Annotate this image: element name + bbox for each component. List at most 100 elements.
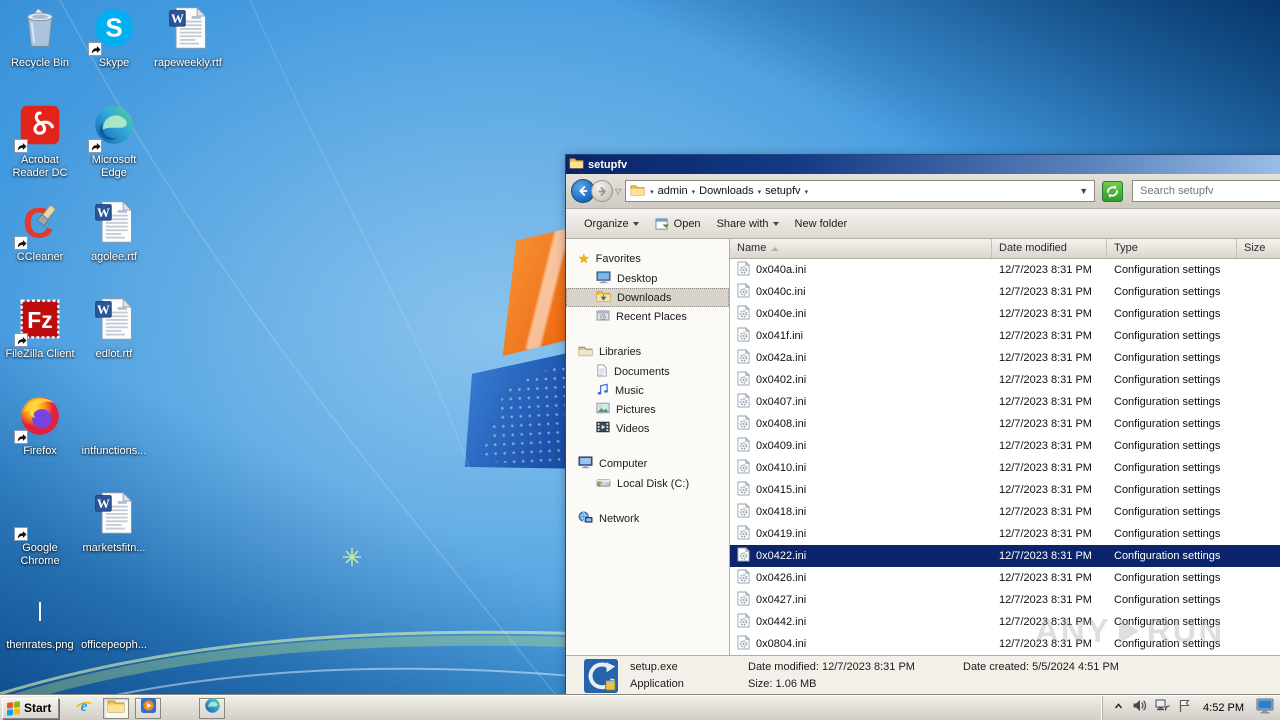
open-icon [655,217,669,230]
breadcrumb-segment-downloads[interactable]: Downloads [697,185,755,197]
recent-places-icon [596,309,610,324]
breadcrumb[interactable]: ▾ admin ▾ Downloads ▾ setupfv ▾ ▼ [625,180,1096,202]
taskbar-app-chrome[interactable] [167,698,193,719]
file-row-0x0415.ini[interactable]: 0x0415.ini 12/7/2023 8:31 PM Configuration… [730,479,1280,501]
file-row-0x0419.ini[interactable]: 0x0419.ini 12/7/2023 8:31 PM Configuration… [730,523,1280,545]
taskbar-app-internet-explorer[interactable]: e [71,697,97,719]
column-header-size[interactable]: Size [1237,239,1280,258]
nav-section-computer[interactable]: Computer [566,454,729,474]
desktop-icon-rapeweekly[interactable]: Wrapeweekly.rtf [152,6,224,70]
organize-button[interactable]: Organize [576,214,647,234]
desktop-icon-marketsfitn[interactable]: Wmarketsfitn... [78,491,150,555]
desktop-icon-thenrates[interactable]: thenrates.png [4,588,76,652]
breadcrumb-separator-icon[interactable]: ▾ [648,189,656,196]
file-date-modified: 12/7/2023 8:31 PM [999,440,1092,452]
tray-expand-chevron-icon[interactable] [1113,699,1124,717]
desktop-icon-firefox[interactable]: Firefox [4,394,76,458]
file-row-0x0418.ini[interactable]: 0x0418.ini 12/7/2023 8:31 PM Configuration… [730,501,1280,523]
shortcut-arrow-icon [14,333,28,347]
shortcut-arrow-icon [14,527,28,541]
file-date-modified: 12/7/2023 8:31 PM [999,308,1092,320]
taskbar-app-edge[interactable] [199,697,226,719]
file-row-0x041f.ini[interactable]: 0x041f.ini 12/7/2023 8:31 PM Configuration… [730,325,1280,347]
taskbar-app-windows-explorer[interactable] [103,697,130,719]
desktop-icon-skype[interactable]: S Skype [78,6,150,70]
breadcrumb-segment-admin[interactable]: admin [656,185,690,197]
file-type: Configuration settings [1114,308,1221,320]
breadcrumb-separator-icon[interactable]: ▾ [803,189,811,196]
breadcrumb-segment-setupfv[interactable]: setupfv [763,185,802,197]
taskbar-clock[interactable]: 4:52 PM [1199,702,1248,714]
sidebar-item-desktop[interactable]: Desktop [566,269,729,288]
file-row-0x040a.ini[interactable]: 0x040a.ini 12/7/2023 8:31 PM Configuration… [730,259,1280,281]
views-button[interactable] [1272,213,1280,235]
file-name: 0x0409.ini [756,440,807,452]
desktop-icon-acrobat[interactable]: Acrobat Reader DC [4,103,76,180]
file-type: Configuration settings [1114,462,1221,474]
network-icon[interactable] [1155,699,1170,718]
sidebar-item-downloads[interactable]: Downloads [566,288,729,307]
ini-file-icon [737,569,751,587]
file-row-0x0402.ini[interactable]: 0x0402.ini 12/7/2023 8:31 PM Configuration… [730,369,1280,391]
breadcrumb-separator-icon[interactable]: ▾ [756,189,764,196]
sidebar-item-videos[interactable]: Videos [566,419,729,438]
file-type: Configuration settings [1114,352,1221,364]
file-row-0x0804.ini[interactable]: 0x0804.ini 12/7/2023 8:31 PM Configuration… [730,633,1280,655]
share-with-button[interactable]: Share with [709,214,787,234]
nav-section-libraries[interactable]: Libraries [566,342,729,362]
desktop-icon-ccleaner[interactable]: C CCleaner [4,199,76,264]
search-input[interactable] [1133,181,1280,201]
sidebar-item-pictures[interactable]: Pictures [566,400,729,419]
column-header-name[interactable]: Name [730,239,992,258]
file-row-0x0426.ini[interactable]: 0x0426.ini 12/7/2023 8:31 PM Configuration… [730,567,1280,589]
start-button[interactable]: Start [2,697,60,719]
address-history-dropdown[interactable]: ▼ [1077,186,1090,196]
ini-file-icon [737,327,751,345]
file-name: 0x040a.ini [756,264,807,276]
desktop-icon-intfunctions[interactable]: intfunctions... [78,394,150,458]
taskbar-app-media-player[interactable] [135,697,162,719]
new-folder-button[interactable]: New folder [787,214,856,234]
sidebar-item-local-disk-c-[interactable]: Local Disk (C:) [566,474,729,493]
desktop-icon-label: marketsfitn... [82,542,146,554]
file-row-0x0409.ini[interactable]: 0x0409.ini 12/7/2023 8:31 PM Configuration… [730,435,1280,457]
column-header-type[interactable]: Type [1107,239,1237,258]
desktop-icon-officepeoph[interactable]: officepeoph... [78,588,150,652]
open-button[interactable]: Open [647,213,709,235]
file-row-0x040e.ini[interactable]: 0x040e.ini 12/7/2023 8:31 PM Configuration… [730,303,1280,325]
volume-icon[interactable] [1132,699,1147,717]
recent-pages-dropdown[interactable]: ▽ [615,187,621,196]
file-row-0x0422.ini[interactable]: 0x0422.ini 12/7/2023 8:31 PM Configuration… [730,545,1280,567]
nav-section-favorites[interactable]: ★ Favorites [566,249,729,269]
file-row-0x040c.ini[interactable]: 0x040c.ini 12/7/2023 8:31 PM Configuration… [730,281,1280,303]
sidebar-item-music[interactable]: Music [566,381,729,400]
file-row-0x0410.ini[interactable]: 0x0410.ini 12/7/2023 8:31 PM Configuration… [730,457,1280,479]
forward-button[interactable] [591,180,613,202]
file-date-modified: 12/7/2023 8:31 PM [999,550,1092,562]
desktop-icon-agolee[interactable]: Wagolee.rtf [78,200,150,264]
window-titlebar[interactable]: setupfv [566,155,1280,174]
desktop-icon-recycle-bin[interactable]: Recycle Bin [4,6,76,70]
word-doc-icon: W [92,199,136,250]
action-center-flag-icon[interactable] [1178,699,1191,718]
file-row-0x042a.ini[interactable]: 0x042a.ini 12/7/2023 8:31 PM Configuration… [730,347,1280,369]
details-file-size: Size: 1.06 MB [748,677,817,690]
network-icon [578,511,593,527]
desktop-icon-edlot[interactable]: Wedlot.rtf [78,297,150,361]
file-row-0x0407.ini[interactable]: 0x0407.ini 12/7/2023 8:31 PM Configuration… [730,391,1280,413]
refresh-button[interactable] [1102,180,1124,202]
sort-ascending-icon [771,246,780,251]
column-header-date-modified[interactable]: Date modified [992,239,1107,258]
search-box[interactable] [1132,180,1280,202]
file-row-0x0427.ini[interactable]: 0x0427.ini 12/7/2023 8:31 PM Configuration… [730,589,1280,611]
file-row-0x0442.ini[interactable]: 0x0442.ini 12/7/2023 8:31 PM Configuration… [730,611,1280,633]
sidebar-item-documents[interactable]: Documents [566,362,729,381]
desktop-icon-google-chrome[interactable]: Google Chrome [4,491,76,568]
show-desktop-monitor-icon[interactable] [1256,698,1274,719]
nav-section-network[interactable]: Network [566,509,729,529]
desktop-icon-label: edlot.rtf [95,348,133,360]
file-row-0x0408.ini[interactable]: 0x0408.ini 12/7/2023 8:31 PM Configuration… [730,413,1280,435]
desktop-icon-edge[interactable]: Microsoft Edge [78,103,150,180]
desktop-icon-filezilla[interactable]: Fz FileZilla Client [4,297,76,361]
sidebar-item-recent-places[interactable]: Recent Places [566,307,729,326]
